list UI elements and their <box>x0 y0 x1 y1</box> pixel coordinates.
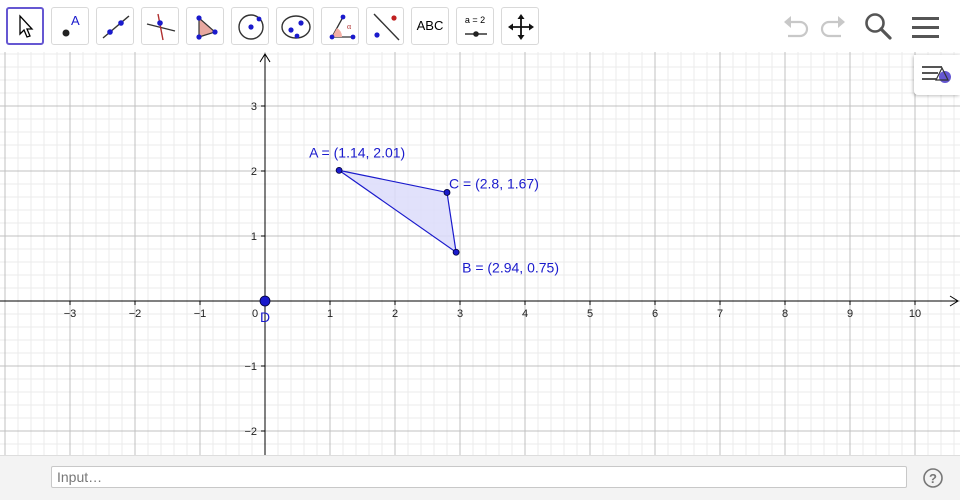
point-B-label: B = (2.94, 0.75) <box>462 259 559 275</box>
angle-tool-button[interactable]: α <box>321 7 359 45</box>
point-B[interactable] <box>452 248 460 256</box>
x-tick-label: 3 <box>457 308 463 320</box>
x-tick-label: 4 <box>522 308 528 320</box>
move-graphics-view-tool-button[interactable] <box>501 7 539 45</box>
point-icon: A <box>62 13 80 37</box>
y-tick-label: −2 <box>244 426 257 438</box>
x-tick-label: 10 <box>909 308 921 320</box>
perpendicular-line-tool-button[interactable] <box>141 7 179 45</box>
y-tick-label: −1 <box>244 361 257 373</box>
x-tick-label: 5 <box>587 308 593 320</box>
help-icon[interactable]: ? <box>922 467 944 489</box>
graphics-style-icon <box>922 66 951 83</box>
x-tick-label: 0 <box>252 308 258 320</box>
polygon-tool-button[interactable] <box>186 7 224 45</box>
axes: −3 −2 −1 0 1 2 3 4 5 6 7 8 9 10 −2 −1 1 2 3 <box>0 53 959 455</box>
move-graphics-view-icon <box>508 14 534 40</box>
reflect-about-line-icon <box>373 13 400 41</box>
input-bar: ? <box>0 455 960 500</box>
toolbar: Aα ABC a = 2 <box>0 0 960 52</box>
x-tick-label: −3 <box>64 308 77 320</box>
x-tick-label: −2 <box>129 308 142 320</box>
x-tick-label: 8 <box>782 308 788 320</box>
svg-text:?: ? <box>929 471 937 486</box>
y-tick-label: 1 <box>251 231 257 243</box>
circle-center-point-tool-button[interactable] <box>231 7 269 45</box>
point-D[interactable] <box>259 295 271 307</box>
point-tool-label: A <box>71 13 80 28</box>
cursor-arrow-icon <box>19 14 34 38</box>
move-tool-button[interactable] <box>6 7 44 45</box>
graphics-view[interactable]: −3 −2 −1 0 1 2 3 4 5 6 7 8 9 10 −2 −1 1 2 3 A = (1.14, 2.01… <box>0 52 960 455</box>
perpendicular-line-icon <box>146 13 176 41</box>
point-D-label: D <box>260 309 270 325</box>
undo-icon[interactable] <box>780 10 814 44</box>
grid <box>0 52 960 455</box>
y-tick-label: 2 <box>251 166 257 178</box>
algebra-input[interactable] <box>51 466 907 488</box>
point-tool-button[interactable]: A <box>51 7 89 45</box>
slider-tool-button[interactable]: a = 2 <box>456 7 494 45</box>
point-C-label: C = (2.8, 1.67) <box>449 175 539 191</box>
point-A-label: A = (1.14, 2.01) <box>309 144 405 160</box>
x-tick-label: 9 <box>847 308 853 320</box>
x-tick-label: 7 <box>717 308 723 320</box>
line-through-points-icon <box>102 15 130 39</box>
x-tick-label: 1 <box>327 308 333 320</box>
circle-center-icon <box>238 14 264 40</box>
style-bar-toggle[interactable] <box>914 55 960 95</box>
svg-text:α: α <box>347 22 352 31</box>
y-tick-label: 3 <box>251 101 257 113</box>
x-tick-label: −1 <box>194 308 207 320</box>
line-tool-button[interactable] <box>96 7 134 45</box>
text-icon: ABC <box>416 18 444 33</box>
polygon-icon <box>196 15 218 40</box>
ellipse-tool-button[interactable] <box>276 7 314 45</box>
search-icon[interactable] <box>861 10 895 44</box>
reflect-tool-button[interactable] <box>366 7 404 45</box>
x-tick-label: 2 <box>392 308 398 320</box>
ellipse-icon <box>281 15 311 39</box>
angle-icon: α <box>329 14 356 40</box>
menu-icon[interactable] <box>908 10 942 44</box>
triangle-polygon[interactable] <box>338 169 457 254</box>
slider-icon <box>465 31 487 37</box>
text-tool-button[interactable]: ABC <box>411 7 449 45</box>
x-tick-label: 6 <box>652 308 658 320</box>
point-A[interactable] <box>335 166 343 174</box>
redo-icon[interactable] <box>815 10 849 44</box>
